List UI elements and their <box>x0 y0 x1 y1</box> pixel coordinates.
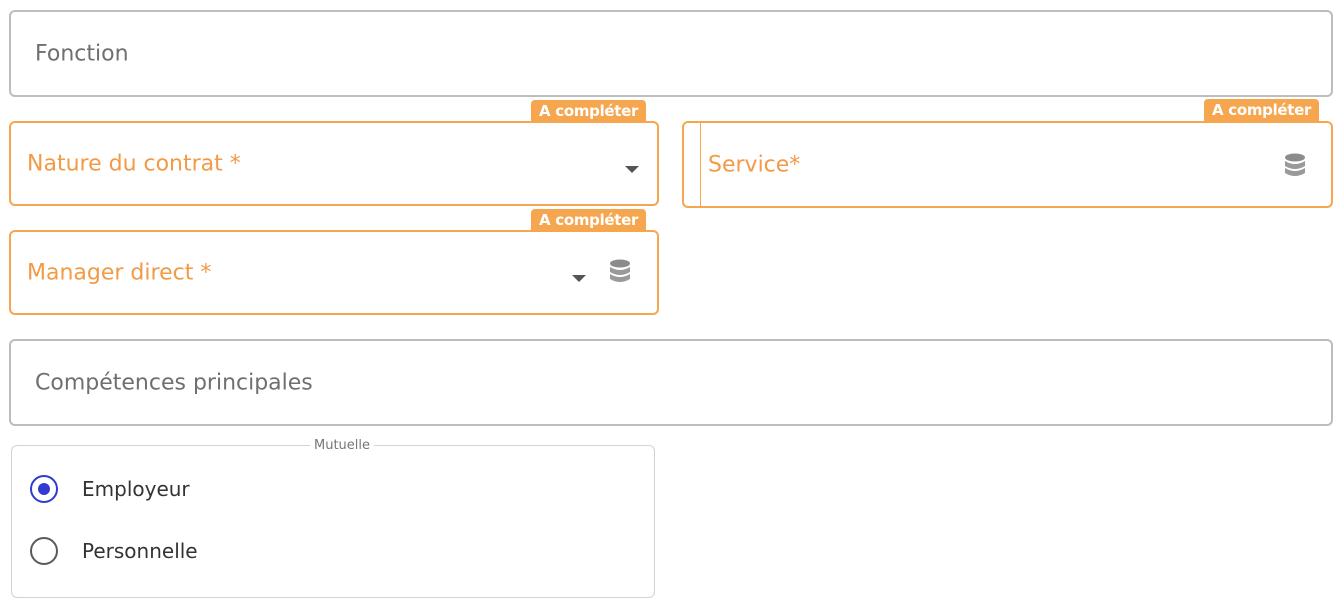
service-badge: A compléter <box>1204 99 1320 121</box>
fonction-field[interactable]: Fonction <box>9 10 1333 97</box>
manager-select[interactable]: Manager direct * <box>9 230 659 315</box>
service-divider <box>700 123 701 206</box>
radio-button[interactable] <box>30 537 58 565</box>
competences-placeholder: Compétences principales <box>35 370 313 395</box>
radio-personnelle-label: Personnelle <box>82 539 198 563</box>
competences-field[interactable]: Compétences principales <box>9 339 1333 426</box>
radio-employeur-label: Employeur <box>82 477 190 501</box>
chevron-down-icon[interactable] <box>572 275 586 282</box>
service-field[interactable]: Service* <box>682 121 1333 208</box>
service-label: Service* <box>708 152 801 177</box>
nature-contrat-select[interactable]: Nature du contrat * <box>9 121 659 206</box>
nature-contrat-badge: A compléter <box>531 100 647 122</box>
radio-button[interactable] <box>30 475 58 503</box>
database-icon[interactable] <box>609 259 631 285</box>
radio-employeur[interactable]: Employeur <box>30 475 190 503</box>
mutuelle-legend: Mutuelle <box>314 438 371 453</box>
manager-label: Manager direct * <box>27 260 212 285</box>
fonction-placeholder: Fonction <box>35 41 129 66</box>
chevron-down-icon[interactable] <box>625 166 639 173</box>
radio-personnelle[interactable]: Personnelle <box>30 537 198 565</box>
mutuelle-group: Mutuelle <box>11 438 655 598</box>
database-icon[interactable] <box>1284 153 1306 179</box>
manager-badge: A compléter <box>531 209 647 231</box>
nature-contrat-label: Nature du contrat * <box>27 151 241 176</box>
